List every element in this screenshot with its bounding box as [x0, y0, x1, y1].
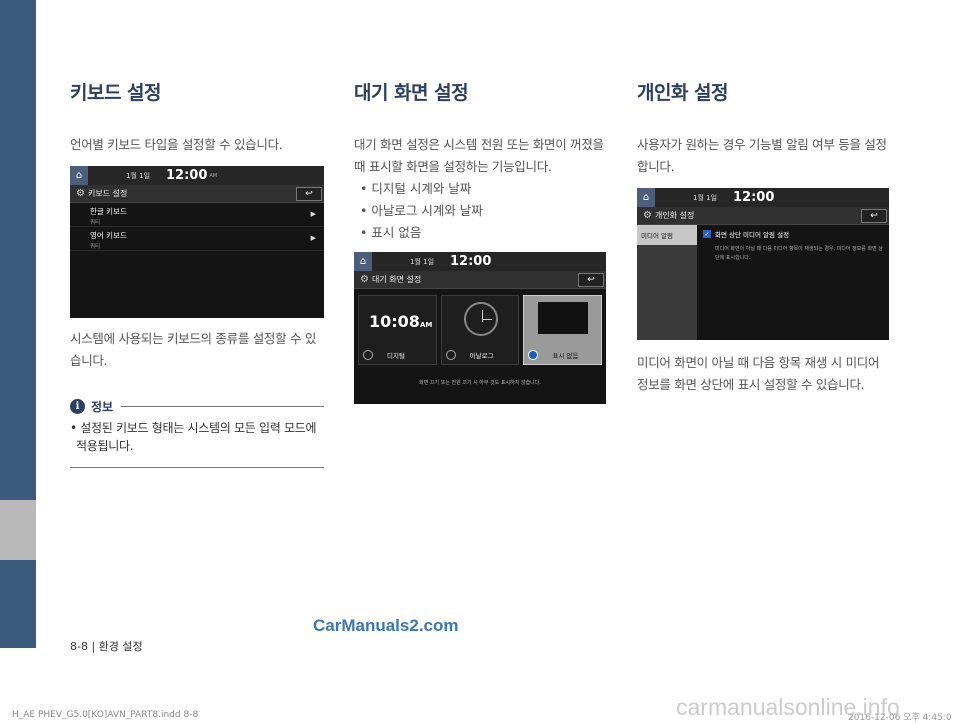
gear-icon: ⚙ [76, 188, 85, 199]
row-label: 영어 키보드 [90, 231, 127, 240]
date-text: 1월 1일 [410, 257, 435, 266]
info-icon: i [70, 399, 85, 414]
option-label: 디지털 [387, 352, 405, 360]
back-button[interactable]: ↩ [861, 208, 887, 223]
clock-options: 10:08AM 디지털 아날로그 표시 없음 [354, 289, 606, 371]
watermark: CarManuals2.com [313, 616, 459, 635]
status-bar: ⌂ 1월 1일 12:00 [637, 188, 889, 207]
home-icon[interactable]: ⌂ [637, 188, 655, 207]
standby-footer-text: 화면 끄기 또는 전원 끄기 시 아무 것도 표시하지 않습니다. [419, 380, 541, 386]
screen-title: 키보드 설정 [87, 189, 128, 198]
radio-icon [363, 350, 373, 360]
gear-icon: ⚙ [643, 210, 652, 221]
keyboard-screen: ⌂ 1월 1일 12:00 AM ⚙ 키보드 설정 ↩ 한글 키보드 쿼티 ▶ … [70, 166, 324, 318]
radio-selected-icon [528, 350, 539, 360]
title-bar: ⚙ 대기 화면 설정 ↩ [354, 271, 606, 289]
time-text: 12:00 [166, 168, 208, 183]
title-bar: ⚙ 개인화 설정 ↩ [637, 207, 889, 225]
option-label: 아날로그 [469, 352, 494, 360]
row-sub: 쿼티 [90, 220, 101, 226]
keyboard-after: 시스템에 사용되는 키보드의 종류를 설정할 수 있습니다. [70, 331, 317, 368]
media-alert-checkbox[interactable]: ✓ 화면 상단 미디어 알림 설정 [703, 229, 883, 239]
settings-pane: ✓ 화면 상단 미디어 알림 설정 미디어 화면이 아닐 때 다음 미디어 항목… [697, 225, 889, 340]
option-row: 디지털 [363, 350, 432, 360]
option-label: 표시 없음 [552, 352, 579, 360]
back-button[interactable]: ↩ [578, 272, 604, 287]
page-number: 8-8 | 환경 설정 [70, 640, 143, 653]
standby-intro: 대기 화면 설정은 시스템 전원 또는 화면이 꺼졌을 때 표시할 화면을 설정… [354, 137, 604, 174]
date-text: 1월 1일 [126, 171, 151, 180]
personal-body: 미디어 알림 ✓ 화면 상단 미디어 알림 설정 미디어 화면이 아닐 때 다음… [637, 225, 889, 340]
standby-bullets: 디지털 시계와 날짜 아날로그 시계와 날짜 표시 없음 [360, 178, 608, 244]
checkbox-label: 화면 상단 미디어 알림 설정 [715, 231, 790, 239]
digital-time: 10:08 [369, 312, 420, 331]
bullet-item: 디지털 시계와 날짜 [360, 178, 608, 200]
keyboard-intro: 언어별 키보드 타입을 설정할 수 있습니다. [70, 137, 283, 152]
info-title: 정보 [91, 400, 114, 414]
info-body: • 설정된 키보드 형태는 시스템의 모든 입력 모드에 적용됩니다. [70, 421, 317, 453]
home-icon[interactable]: ⌂ [70, 166, 88, 185]
keyboard-row-english[interactable]: 영어 키보드 쿼티 ▶ [70, 227, 324, 251]
divider [121, 406, 324, 407]
option-row: 표시 없음 [528, 350, 597, 360]
status-bar: ⌂ 1월 1일 12:00 [354, 252, 606, 271]
row-sub: 쿼티 [90, 244, 101, 250]
radio-icon [445, 350, 456, 360]
digital-ampm: AM [419, 321, 433, 329]
date-text: 1월 1일 [693, 193, 718, 202]
option-analog[interactable]: 아날로그 [440, 295, 520, 365]
personal-section: 개인화 설정 사용자가 원하는 경우 기능별 알림 여부 등을 설정합니다. ⌂… [637, 78, 891, 396]
standby-title: 대기 화면 설정 [354, 82, 469, 104]
home-icon[interactable]: ⌂ [354, 252, 372, 271]
info-header: i 정보 [70, 398, 324, 415]
side-tab [0, 500, 36, 560]
menu-list: 미디어 알림 [637, 225, 697, 340]
personal-intro: 사용자가 원하는 경우 기능별 알림 여부 등을 설정합니다. [637, 137, 887, 174]
title-bar: ⚙ 키보드 설정 ↩ [70, 185, 324, 203]
status-bar: ⌂ 1월 1일 12:00 AM [70, 166, 324, 185]
screen-title: 대기 화면 설정 [371, 275, 422, 284]
menu-item-media[interactable]: 미디어 알림 [637, 225, 697, 245]
divider [70, 467, 324, 468]
option-row: 아날로그 [445, 350, 515, 360]
bullet-item: 아날로그 시계와 날짜 [360, 200, 608, 222]
arrow-right-icon: ▶ [310, 234, 316, 242]
standby-screen: ⌂ 1월 1일 12:00 ⚙ 대기 화면 설정 ↩ 10:08AM 디지털 아… [354, 252, 606, 404]
standby-section: 대기 화면 설정 대기 화면 설정은 시스템 전원 또는 화면이 꺼졌을 때 표… [354, 78, 608, 404]
row-label: 한글 키보드 [90, 207, 127, 216]
bullet-item: 표시 없음 [360, 222, 608, 244]
screen-title: 개인화 설정 [654, 211, 695, 220]
personal-title: 개인화 설정 [637, 82, 729, 104]
option-none[interactable]: 표시 없음 [523, 295, 603, 365]
time-text: 12:00 [450, 254, 492, 269]
analog-clock-icon [463, 302, 498, 336]
print-info-right: 2016-12-06 오후 4:45:0 [848, 713, 952, 723]
option-digital[interactable]: 10:08AM 디지털 [358, 295, 437, 365]
digital-clock: 10:08AM [369, 312, 432, 331]
blank-screen-icon [538, 302, 589, 334]
personal-after: 미디어 화면이 아닐 때 다음 항목 재생 시 미디어 정보를 화면 상단에 표… [637, 355, 880, 392]
back-button[interactable]: ↩ [296, 186, 322, 201]
keyboard-row-korean[interactable]: 한글 키보드 쿼티 ▶ [70, 203, 324, 227]
keyboard-section: 키보드 설정 언어별 키보드 타입을 설정할 수 있습니다. ⌂ 1월 1일 1… [70, 78, 324, 468]
personal-screen: ⌂ 1월 1일 12:00 ⚙ 개인화 설정 ↩ 미디어 알림 ✓ 화면 상단 … [637, 188, 889, 340]
gear-icon: ⚙ [360, 274, 369, 285]
print-info-left: H_AE PHEV_G5.0[KO]AVN_PART8.indd 8-8 [12, 710, 199, 720]
ampm-text: AM [209, 172, 218, 179]
setting-description: 미디어 화면이 아닐 때 다음 미디어 항목이 재생되는 경우, 미디어 정보를… [715, 246, 883, 261]
keyboard-title: 키보드 설정 [70, 82, 162, 104]
time-text: 12:00 [733, 190, 775, 205]
checkbox-checked-icon: ✓ [703, 230, 711, 238]
arrow-right-icon: ▶ [310, 210, 316, 218]
